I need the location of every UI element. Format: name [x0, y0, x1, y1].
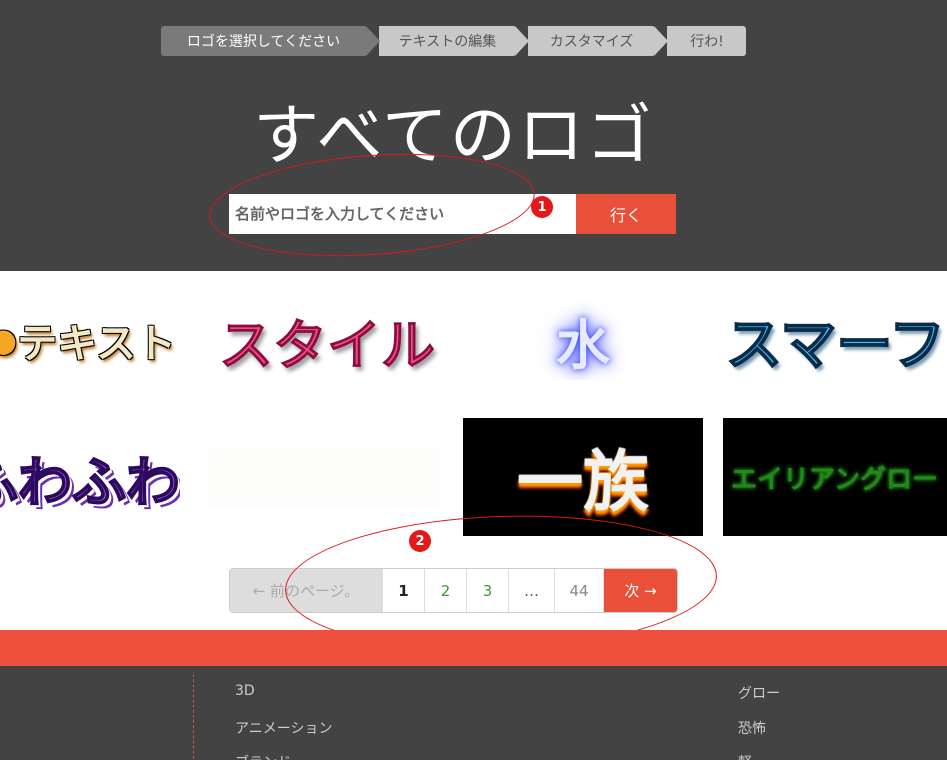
- page-2[interactable]: 2: [425, 569, 467, 612]
- logo-tile[interactable]: 水: [463, 300, 703, 380]
- footer-link[interactable]: ブランド: [235, 752, 291, 760]
- page-1[interactable]: 1: [383, 569, 425, 612]
- footer-link[interactable]: アニメーション: [235, 718, 332, 738]
- progress-steps: ロゴを選択してください テキストの編集 カスタマイズ 行わ!: [161, 26, 746, 56]
- step-edit-text[interactable]: テキストの編集: [365, 26, 529, 56]
- logo-ornament: ●: [0, 321, 18, 359]
- footer-accent-bar: [0, 630, 947, 666]
- annotation-badge-1: 1: [531, 196, 553, 218]
- logo-tile[interactable]: ふわふわ: [0, 418, 180, 536]
- page-44[interactable]: 44: [555, 569, 604, 612]
- logo-tile[interactable]: スタイル: [207, 300, 447, 380]
- search-input[interactable]: [229, 194, 576, 234]
- annotation-badge-2: 2: [409, 530, 431, 552]
- next-page-button[interactable]: 次 →: [604, 569, 677, 612]
- step-arrow: [366, 26, 380, 56]
- footer-link[interactable]: 3D: [235, 683, 255, 699]
- page-ellipsis: …: [509, 569, 555, 612]
- page-title: すべてのロゴ: [253, 97, 654, 174]
- footer-link[interactable]: 恐怖: [738, 718, 766, 738]
- footer-divider: [193, 674, 194, 760]
- pagination: ← 前のページ。 1 2 3 … 44 次 →: [229, 568, 678, 613]
- footer-link[interactable]: 軽: [738, 752, 752, 760]
- step-select-logo[interactable]: ロゴを選択してください: [161, 26, 380, 56]
- footer: 3D アニメーション ブランド グロー 恐怖 軽: [0, 666, 947, 760]
- logo-tile-blank[interactable]: [207, 448, 441, 508]
- logo-tile[interactable]: エイリアングロー: [723, 418, 947, 536]
- header: ロゴを選択してください テキストの編集 カスタマイズ 行わ! すべてのロゴ 行く…: [0, 0, 947, 271]
- search-bar: 行く: [229, 194, 676, 234]
- search-button[interactable]: 行く: [576, 194, 676, 234]
- page-3[interactable]: 3: [467, 569, 509, 612]
- logo-tile[interactable]: スマーフ: [726, 300, 947, 380]
- step-customize[interactable]: カスタマイズ: [514, 26, 668, 56]
- logo-tile[interactable]: 一族: [463, 418, 703, 536]
- prev-page-button[interactable]: ← 前のページ。: [230, 569, 383, 612]
- step-arrow: [515, 26, 529, 56]
- step-arrow: [654, 26, 668, 56]
- footer-link[interactable]: グロー: [738, 683, 780, 703]
- logo-tile[interactable]: ● テキスト: [0, 300, 180, 380]
